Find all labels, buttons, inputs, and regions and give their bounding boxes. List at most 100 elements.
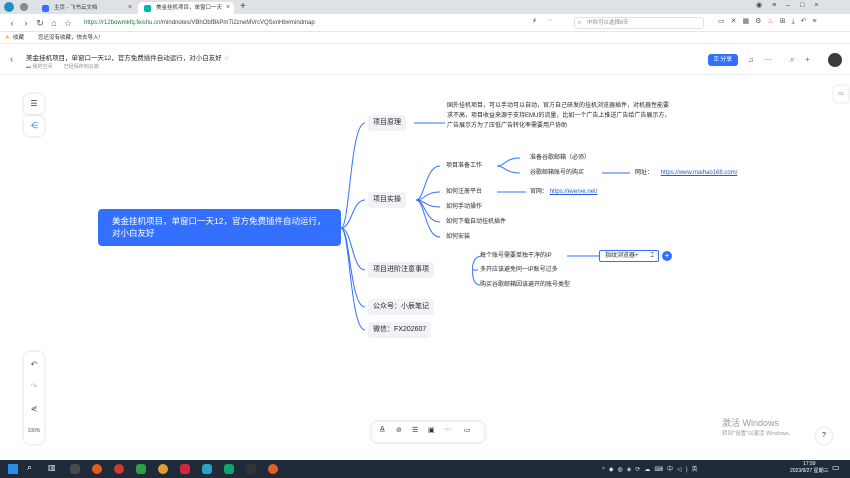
node-download-plugin[interactable]: 如何下载自动挂机插件: [446, 218, 506, 226]
add-icon[interactable]: +: [805, 54, 810, 66]
menu-icon[interactable]: ≡: [813, 18, 823, 25]
more-icon[interactable]: ···: [546, 17, 553, 24]
node-clean-ip[interactable]: 每个账号需要单独干净的IP: [480, 252, 552, 260]
undo-icon[interactable]: ↶: [24, 360, 44, 369]
search-icon[interactable]: ⌕: [27, 462, 32, 473]
help-icon[interactable]: ?: [816, 428, 832, 444]
theme-icon[interactable]: ⊘: [396, 426, 402, 434]
collapse-icon[interactable]: ⋞: [24, 404, 44, 413]
reload-icon[interactable]: ↻: [34, 17, 46, 29]
app-icon-2[interactable]: [92, 464, 102, 474]
forward-icon[interactable]: ›: [20, 17, 32, 29]
profile-icon[interactable]: ◉: [756, 2, 772, 9]
keyboard-icon[interactable]: ⌨: [654, 467, 667, 473]
cloud-icon[interactable]: ☁: [644, 467, 654, 473]
branch-advanced-notes[interactable]: 项目进阶注意事项: [368, 262, 434, 278]
site-link[interactable]: https://www.maihao168.com/: [661, 170, 738, 176]
back-icon[interactable]: ‹: [6, 17, 18, 29]
notification-bell-icon[interactable]: ♫: [748, 54, 754, 66]
node-install[interactable]: 如何安装: [446, 233, 470, 241]
node-gmail-required[interactable]: 准备谷歌邮箱（必须）: [530, 154, 590, 162]
node-gmail-purchase[interactable]: 谷歌邮箱账号的购买: [530, 169, 584, 177]
add-child-node-button[interactable]: +: [662, 251, 672, 261]
branch-wechat-official-account[interactable]: 公众号：小辰笔记: [368, 299, 434, 315]
branch-project-principle[interactable]: 项目原理: [368, 115, 406, 131]
node-official-site[interactable]: 官网： https://everve.net/: [530, 188, 597, 196]
volume-icon[interactable]: ◁): [677, 467, 692, 473]
favorite-star-icon[interactable]: ☆: [224, 55, 230, 62]
mindmap-root-node[interactable]: 美金挂机项目，单窗口一天12，官方免费插件自动运行，对小白友好: [98, 209, 341, 246]
node-prep-work[interactable]: 项目准备工作: [446, 162, 482, 170]
app-icon-4[interactable]: [136, 464, 146, 474]
tray-expand-icon[interactable]: ^: [602, 467, 609, 473]
tab-feishu-home[interactable]: 主页 - 飞书云文档 ×: [36, 2, 136, 14]
node-register-platform[interactable]: 如何注册平台: [446, 188, 482, 196]
lightning-icon[interactable]: ⚡: [532, 17, 537, 25]
bookmarks-label[interactable]: 收藏: [13, 32, 24, 44]
app-icon-3[interactable]: [114, 464, 124, 474]
sync-icon[interactable]: ⟳: [635, 467, 644, 473]
close-window-icon[interactable]: ×: [814, 2, 828, 9]
task-view-icon[interactable]: ▥: [48, 463, 56, 472]
minimize-icon[interactable]: –: [786, 2, 800, 9]
extension-icon[interactable]: ✕: [731, 18, 743, 25]
node-fingerprint-browser-editing[interactable]: 指纹浏览器+ ⌶: [599, 250, 659, 262]
browser-logo-icon[interactable]: [4, 2, 14, 12]
comment-icon[interactable]: ▭: [464, 426, 471, 434]
avatar[interactable]: [828, 53, 842, 67]
redo-icon[interactable]: ↷: [24, 382, 44, 391]
puzzle-icon[interactable]: ⊞: [780, 18, 792, 25]
windows-start-icon[interactable]: [8, 464, 18, 474]
undo-icon[interactable]: ↶: [801, 18, 813, 25]
zoom-level[interactable]: 100%: [24, 428, 44, 434]
text-style-icon[interactable]: A̲: [380, 426, 385, 433]
browser-search-input[interactable]: ⌕ 中秋可以选择8天: [574, 17, 704, 29]
menu-icon[interactable]: ≡: [772, 2, 786, 9]
new-tab-button[interactable]: +: [240, 1, 246, 12]
flame-icon[interactable]: ♨: [767, 18, 779, 25]
back-arrow-icon[interactable]: ‹: [10, 54, 13, 65]
share-button[interactable]: ⚿ 分享: [708, 54, 738, 66]
app-icon-5[interactable]: [158, 464, 168, 474]
branch-wechat-id[interactable]: 微信：FX202607: [368, 322, 432, 338]
bookmark-item[interactable]: 您还没有收藏，快去导入!: [38, 32, 100, 44]
search-icon[interactable]: ⌕: [790, 54, 794, 66]
taskbar-clock[interactable]: 17:59 2023/9/27 星期三: [790, 461, 829, 475]
structure-icon[interactable]: ☰: [412, 426, 418, 434]
grid-icon[interactable]: ▦: [743, 18, 756, 25]
star-icon[interactable]: ☆: [62, 17, 74, 29]
image-icon[interactable]: ▣: [428, 426, 435, 434]
notification-icon[interactable]: ▭: [832, 463, 840, 472]
more-tools-icon[interactable]: ···: [444, 426, 451, 433]
settings-icon[interactable]: ⚙: [755, 18, 767, 25]
node-avoid-account-types[interactable]: 购买谷歌邮箱因该避开的账号类型: [480, 281, 570, 289]
tab-mindnote[interactable]: 美金挂机项目，单窗口一天12 ×: [138, 2, 234, 14]
network-icon[interactable]: ◍: [617, 467, 626, 473]
ime-icon[interactable]: 中: [667, 467, 677, 473]
lang-icon[interactable]: 英: [692, 467, 702, 473]
branch-project-principle-detail[interactable]: 国外挂机项目，可以手动可以自动，官方自己研发的挂机浏览器插件，对机器性能要求不高…: [447, 101, 672, 131]
mindmap-canvas[interactable]: ▭ ☰ ⋲ 美金挂机项目，单窗口一天12，官方免费插件自动运行，对小白友好 项目…: [0, 76, 850, 460]
maximize-icon[interactable]: □: [800, 2, 814, 9]
cast-icon[interactable]: ▭: [718, 18, 731, 25]
branch-project-practice[interactable]: 项目实操: [368, 192, 406, 208]
url-input[interactable]: https://r12bowmkfq.feishu.cn/mindnotes/V…: [84, 17, 524, 29]
node-purchase-site[interactable]: 网址： https://www.maihao168.com/: [635, 169, 737, 177]
close-tab-icon[interactable]: ×: [226, 2, 230, 14]
node-avoid-same-ip[interactable]: 多开应该避免同一IP账号过多: [480, 266, 558, 274]
download-icon[interactable]: ⤓: [792, 18, 801, 25]
app-icon-7[interactable]: [202, 464, 212, 474]
tab-group-icon[interactable]: [20, 3, 28, 11]
home-icon[interactable]: ⌂: [48, 17, 60, 29]
page-title[interactable]: 美金挂机项目，单窗口一天12，官方免费插件自动运行，对小白友好 ☆: [26, 52, 229, 62]
node-manual-operation[interactable]: 如何手动操作: [446, 203, 482, 211]
app-icon-6[interactable]: [180, 464, 190, 474]
app-icon-1[interactable]: [70, 464, 80, 474]
app-icon-8[interactable]: [224, 464, 234, 474]
app-icon-10[interactable]: [268, 464, 278, 474]
more-options-icon[interactable]: ···: [764, 54, 772, 66]
breadcrumb-space[interactable]: 我的空间: [32, 64, 52, 70]
official-link[interactable]: https://everve.net/: [550, 189, 598, 195]
close-tab-icon[interactable]: ×: [128, 2, 132, 14]
app-icon-9[interactable]: [246, 464, 256, 474]
